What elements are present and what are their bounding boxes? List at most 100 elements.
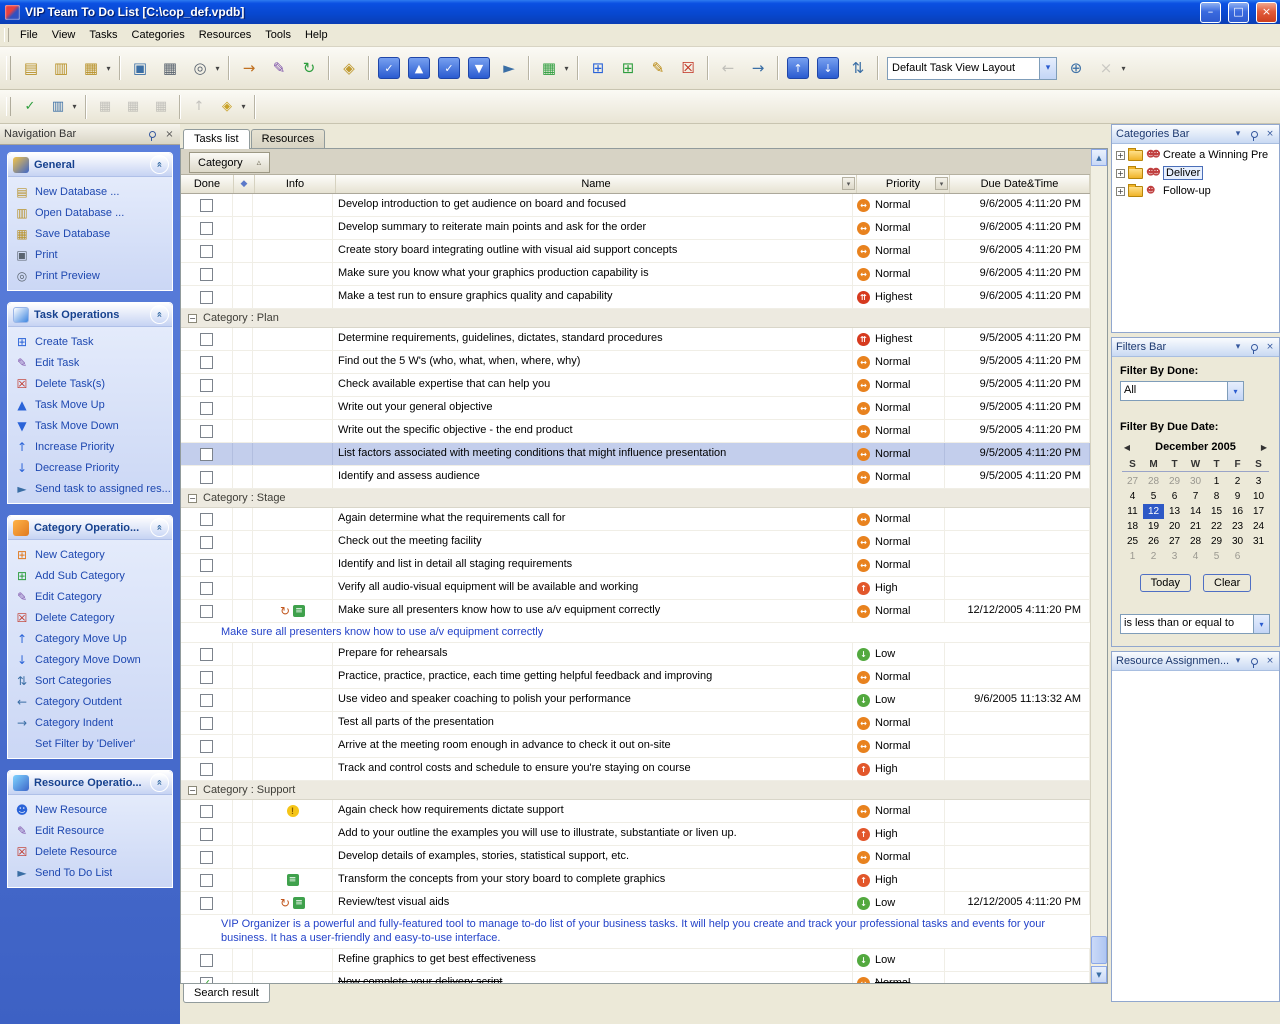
save-layout-icon[interactable]: ⊕ bbox=[1062, 54, 1090, 82]
nav-item-decrease-priority[interactable]: ↓Decrease Priority bbox=[10, 457, 170, 478]
calendar-day[interactable]: 27 bbox=[1122, 474, 1143, 489]
nav-item-category-move-up[interactable]: ↑Category Move Up bbox=[10, 628, 170, 649]
calendar-day[interactable]: 5 bbox=[1206, 549, 1227, 564]
task-row[interactable]: Develop introduction to get audience on … bbox=[181, 194, 1090, 217]
edit-icon[interactable]: ✎ bbox=[265, 54, 293, 82]
done-checkbox[interactable] bbox=[200, 740, 213, 753]
close-icon[interactable]: × bbox=[163, 129, 176, 140]
done-checkbox[interactable] bbox=[200, 717, 213, 730]
calendar-day[interactable]: 24 bbox=[1248, 519, 1269, 534]
task-outdent-icon[interactable]: ← bbox=[714, 54, 742, 82]
task-move-up-icon[interactable]: ↑ bbox=[787, 57, 809, 79]
calendar-day[interactable]: 23 bbox=[1227, 519, 1248, 534]
task-view-layout-combobox[interactable]: Default Task View Layout▾ bbox=[887, 57, 1057, 80]
calendar-day[interactable]: 12 bbox=[1143, 504, 1164, 519]
expand-icon[interactable]: + bbox=[1116, 187, 1125, 196]
complete-task-icon[interactable]: ✓ bbox=[378, 57, 400, 79]
scroll-thumb[interactable] bbox=[1091, 936, 1107, 964]
task-row[interactable]: Identify and assess audience↔Normal9/5/2… bbox=[181, 466, 1090, 489]
calendar-day[interactable]: 30 bbox=[1227, 534, 1248, 549]
maximize-button[interactable]: □ bbox=[1228, 2, 1249, 23]
calendar-day[interactable]: 19 bbox=[1143, 519, 1164, 534]
calendar-day[interactable]: 29 bbox=[1206, 534, 1227, 549]
collapse-icon[interactable]: ▾ bbox=[1231, 127, 1245, 141]
next-month-button[interactable]: ▶ bbox=[1257, 443, 1271, 452]
done-checkbox[interactable] bbox=[200, 291, 213, 304]
nav-item-print[interactable]: ▣Print bbox=[10, 244, 170, 265]
task-row[interactable]: ≡Transform the concepts from your story … bbox=[181, 869, 1090, 892]
payments-icon[interactable]: ◈ bbox=[335, 54, 363, 82]
task-row[interactable]: Arrive at the meeting room enough in adv… bbox=[181, 735, 1090, 758]
nav-item-edit-task[interactable]: ✎Edit Task bbox=[10, 352, 170, 373]
menu-tools[interactable]: Tools bbox=[258, 26, 298, 44]
calendar-day[interactable]: 25 bbox=[1122, 534, 1143, 549]
calendar-day[interactable]: 14 bbox=[1185, 504, 1206, 519]
column-header-info[interactable]: Info bbox=[255, 175, 336, 193]
collapse-chevron-icon[interactable]: « bbox=[150, 518, 169, 537]
done-checkbox[interactable] bbox=[200, 897, 213, 910]
column-header-flag[interactable]: ◆ bbox=[234, 175, 255, 193]
column-header-due[interactable]: Due Date&Time bbox=[950, 175, 1090, 193]
nav-item-new-category[interactable]: ⊞New Category bbox=[10, 544, 170, 565]
close-button[interactable]: × bbox=[1256, 2, 1277, 23]
delete-layout-icon[interactable]: × bbox=[1092, 54, 1120, 82]
menu-help[interactable]: Help bbox=[298, 26, 335, 44]
calendar-day[interactable]: 31 bbox=[1248, 534, 1269, 549]
category-group-row[interactable]: −Category : Plan bbox=[181, 309, 1090, 328]
nav-section-header-general[interactable]: General« bbox=[8, 153, 172, 177]
done-checkbox[interactable] bbox=[200, 402, 213, 415]
task-row[interactable]: Determine requirements, guidelines, dict… bbox=[181, 328, 1090, 351]
done-checkbox[interactable] bbox=[200, 763, 213, 776]
done-checkbox[interactable] bbox=[200, 954, 213, 967]
increase-priority-icon[interactable]: ▲ bbox=[408, 57, 430, 79]
nav-item-delete-resource[interactable]: ☒Delete Resource bbox=[10, 841, 170, 862]
calendar-day[interactable]: 6 bbox=[1227, 549, 1248, 564]
nav-item-open-database[interactable]: ▥Open Database ... bbox=[10, 202, 170, 223]
refresh-icon[interactable]: ↻ bbox=[295, 54, 323, 82]
nav-item-delete-task-s[interactable]: ☒Delete Task(s) bbox=[10, 373, 170, 394]
task-row[interactable]: ↻≡Review/test visual aids↓Low12/12/2005 … bbox=[181, 892, 1090, 915]
calendar-day[interactable]: 18 bbox=[1122, 519, 1143, 534]
pin-icon[interactable] bbox=[1247, 340, 1261, 354]
category-tree-item[interactable]: +☻☻Deliver bbox=[1112, 164, 1279, 182]
minimize-button[interactable]: – bbox=[1200, 2, 1221, 23]
calendar-day[interactable]: 4 bbox=[1185, 549, 1206, 564]
scroll-down-button[interactable]: ▼ bbox=[1091, 966, 1107, 983]
nav-item-sort-categories[interactable]: ⇅Sort Categories bbox=[10, 670, 170, 691]
collapse-all-icon[interactable]: ▦ bbox=[120, 95, 146, 119]
task-row[interactable]: Identify and list in detail all staging … bbox=[181, 554, 1090, 577]
done-checkbox[interactable] bbox=[200, 694, 213, 707]
calendar-day[interactable]: 7 bbox=[1185, 489, 1206, 504]
nav-item-category-move-down[interactable]: ↓Category Move Down bbox=[10, 649, 170, 670]
done-checkbox[interactable] bbox=[200, 222, 213, 235]
done-checkbox[interactable] bbox=[200, 333, 213, 346]
done-checkbox[interactable] bbox=[200, 605, 213, 618]
collapse-chevron-icon[interactable]: « bbox=[150, 155, 169, 174]
menu-file[interactable]: File bbox=[13, 26, 45, 44]
task-row[interactable]: ✓Now complete your delivery script↔Norma… bbox=[181, 972, 1090, 984]
calendar-day[interactable]: 3 bbox=[1164, 549, 1185, 564]
done-checkbox[interactable] bbox=[200, 245, 213, 258]
calendar-day[interactable]: 8 bbox=[1206, 489, 1227, 504]
toggle-done-icon[interactable]: ✓ bbox=[438, 57, 460, 79]
expand-icon[interactable]: + bbox=[1116, 169, 1125, 178]
done-checkbox[interactable] bbox=[200, 513, 213, 526]
nav-item-task-move-down[interactable]: ▼Task Move Down bbox=[10, 415, 170, 436]
new-database-icon[interactable]: ▤ bbox=[17, 54, 45, 82]
tab-tasks-list[interactable]: Tasks list bbox=[183, 129, 250, 149]
chevron-down-icon[interactable]: ▾ bbox=[1227, 382, 1243, 400]
task-row[interactable]: Again determine what the requirements ca… bbox=[181, 508, 1090, 531]
task-row[interactable]: Create story board integrating outline w… bbox=[181, 240, 1090, 263]
calendar-day[interactable]: 5 bbox=[1143, 489, 1164, 504]
task-row[interactable]: Verify all audio-visual equipment will b… bbox=[181, 577, 1090, 600]
task-view-icon-dropdown[interactable]: ▾ bbox=[561, 55, 572, 81]
task-row[interactable]: Make sure you know what your graphics pr… bbox=[181, 263, 1090, 286]
chevron-down-icon[interactable]: ▾ bbox=[1039, 58, 1056, 79]
collapse-icon[interactable]: − bbox=[188, 314, 197, 323]
calendar-day[interactable]: 10 bbox=[1248, 489, 1269, 504]
nav-section-header-task-operations[interactable]: Task Operations« bbox=[8, 303, 172, 327]
calendar-day[interactable]: 16 bbox=[1227, 504, 1248, 519]
print-preview-icon[interactable]: ◎ bbox=[186, 54, 214, 82]
task-row[interactable]: Refine graphics to get best effectivenes… bbox=[181, 949, 1090, 972]
calendar-day[interactable]: 2 bbox=[1143, 549, 1164, 564]
